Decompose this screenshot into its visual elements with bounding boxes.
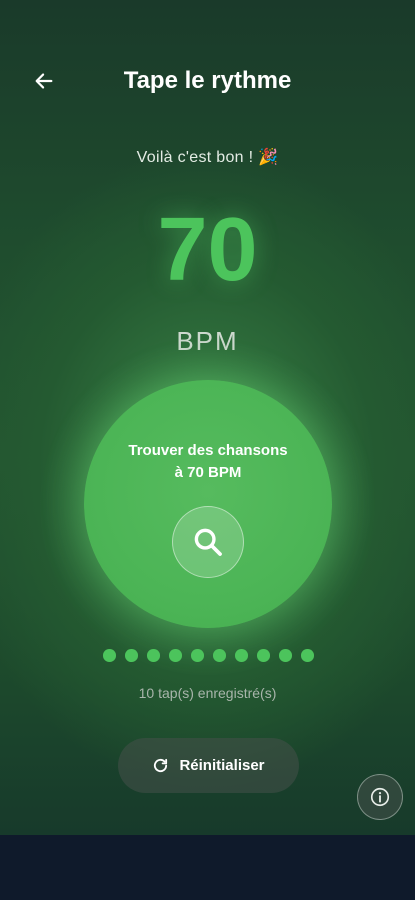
refresh-icon [154, 758, 168, 773]
info-button[interactable] [357, 774, 403, 820]
header: Tape le rythme [0, 55, 415, 107]
tap-dot [169, 649, 182, 662]
find-songs-line1: Trouver des chansons [128, 442, 288, 459]
system-navigation-bar [0, 835, 415, 900]
find-songs-label: Trouver des chansons à 70 BPM [84, 440, 332, 484]
tap-dot [213, 649, 226, 662]
tap-indicator-dots [103, 649, 314, 662]
page-title: Tape le rythme [123, 67, 292, 94]
tap-dot [191, 649, 204, 662]
bpm-value: 70 [157, 200, 258, 300]
tap-dot [235, 649, 248, 662]
tap-dot [257, 649, 270, 662]
tap-dot [147, 649, 160, 662]
tap-count-label: 10 tap(s) enregistré(s) [138, 685, 277, 701]
tap-dot [125, 649, 138, 662]
search-icon [194, 528, 222, 556]
tap-dot [301, 649, 314, 662]
tap-tempo-screen: Tape le rythme Voilà c'est bon ! 🎉 70 BP… [0, 0, 415, 835]
info-icon [370, 787, 390, 807]
search-songs-button[interactable] [172, 506, 244, 578]
status-message: Voilà c'est bon ! 🎉 [136, 149, 279, 166]
reset-button[interactable]: Réinitialiser [118, 738, 299, 793]
tap-dot [103, 649, 116, 662]
screen: Tape le rythme Voilà c'est bon ! 🎉 70 BP… [0, 0, 415, 900]
tap-circle[interactable]: Trouver des chansons à 70 BPM [84, 380, 332, 628]
find-songs-line2: à 70 BPM [174, 464, 242, 481]
tap-dot [279, 649, 292, 662]
reset-button-label: Réinitialiser [179, 757, 265, 774]
